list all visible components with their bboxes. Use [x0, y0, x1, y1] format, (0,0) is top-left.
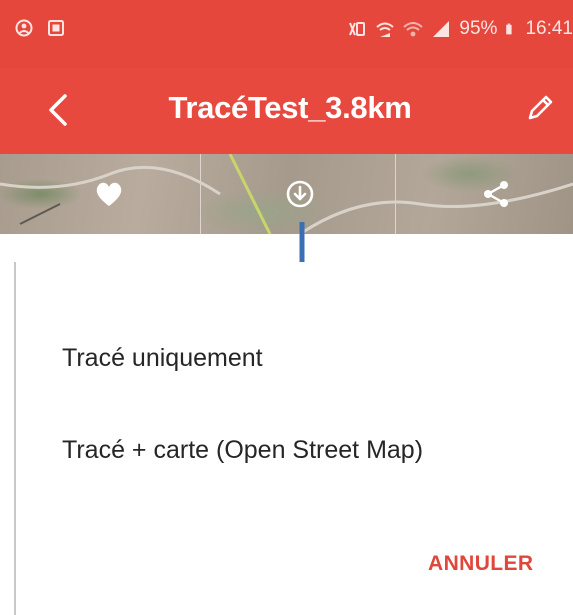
status-right-icons: 95% 16:41 [347, 18, 573, 40]
chevron-left-icon [49, 94, 67, 126]
status-left-icons [14, 18, 66, 38]
status-bar: 95% 16:41 [0, 0, 573, 68]
page-title: TracéTest_3.8km [168, 90, 412, 125]
download-icon [286, 180, 314, 208]
option-track-only[interactable]: Tracé uniquement [62, 344, 263, 373]
clock-time: 16:41 [525, 18, 573, 39]
vibrate-icon [349, 22, 366, 36]
notification-icon [48, 20, 64, 36]
alarm-icon [15, 19, 33, 37]
option-track-and-map[interactable]: Tracé + carte (Open Street Map) [62, 436, 423, 465]
signal-icon [433, 21, 450, 37]
edit-button[interactable] [512, 80, 568, 136]
download-button[interactable] [276, 170, 324, 218]
battery-icon [506, 23, 513, 35]
heart-icon [96, 182, 122, 206]
screenshot-composite: 95% 16:41 TracéTest_3.8km Tracé uniqueme… [0, 0, 573, 615]
wifi-icon [403, 22, 424, 37]
wifi-calling-icon [376, 22, 395, 37]
favorite-button[interactable] [85, 170, 133, 218]
share-icon [484, 181, 508, 207]
app-screen: 95% 16:41 TracéTest_3.8km [0, 0, 573, 234]
share-button[interactable] [472, 170, 520, 218]
app-bar: TracéTest_3.8km [0, 68, 573, 154]
back-button[interactable] [30, 82, 86, 138]
cancel-button[interactable]: ANNULER [428, 552, 533, 576]
download-options-dialog: Tracé uniquement Tracé + carte (Open Str… [14, 262, 573, 615]
battery-percent: 95% [459, 18, 498, 39]
pencil-icon [528, 95, 553, 120]
